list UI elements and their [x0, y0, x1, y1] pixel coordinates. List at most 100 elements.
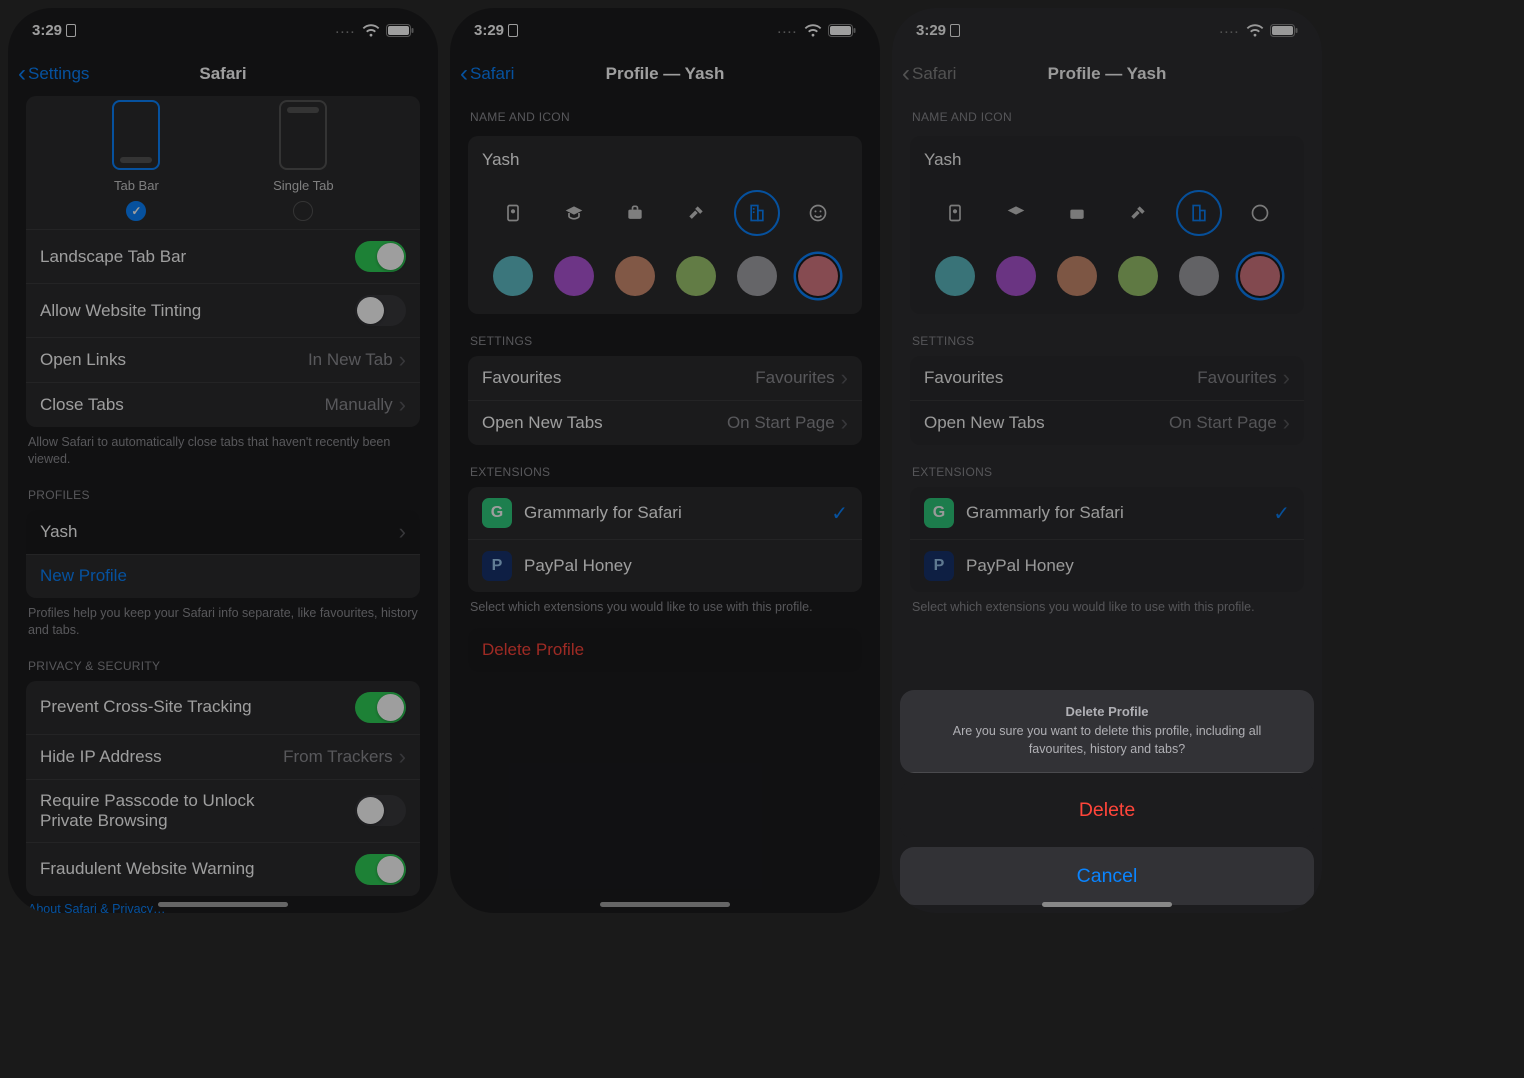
- color-swatch[interactable]: [615, 256, 655, 296]
- smile-icon[interactable]: [795, 190, 841, 236]
- grammarly-icon: G: [924, 498, 954, 528]
- profile-name-field[interactable]: Yash: [482, 150, 848, 180]
- sheet-message: Are you sure you want to delete this pro…: [924, 723, 1290, 758]
- checkmark-icon: ✓: [831, 501, 848, 526]
- badge-icon[interactable]: [490, 190, 536, 236]
- row-open-new-tabs: Open New TabsOn Start Page›: [910, 400, 1304, 445]
- screen-safari-settings: 3:29 .... ‹Settings Safari Tab Bar Singl…: [8, 8, 438, 913]
- row-favourites: FavouritesFavourites›: [910, 356, 1304, 400]
- screen-profile-detail: 3:29 .... ‹Safari Profile — Yash NAME AN…: [450, 8, 880, 913]
- chevron-right-icon: ›: [399, 746, 406, 768]
- settings-header: SETTINGS: [910, 326, 1304, 356]
- building-icon[interactable]: [734, 190, 780, 236]
- privacy-header: PRIVACY & SECURITY: [26, 651, 420, 681]
- settings-header: SETTINGS: [468, 326, 862, 356]
- tab-bar-preview-icon: [112, 100, 160, 170]
- status-time: 3:29: [474, 22, 504, 39]
- smile-icon: [1237, 190, 1283, 236]
- sheet-title: Delete Profile: [924, 704, 1290, 719]
- color-picker: [482, 246, 848, 300]
- color-swatch[interactable]: [737, 256, 777, 296]
- row-open-links[interactable]: Open LinksIn New Tab›: [26, 337, 420, 382]
- status-bar: 3:29 ....: [892, 8, 1322, 52]
- color-swatch: [935, 256, 975, 296]
- camera-indicator-icon: [508, 24, 518, 37]
- row-hide-ip[interactable]: Hide IP AddressFrom Trackers›: [26, 734, 420, 779]
- row-website-tinting[interactable]: Allow Website Tinting: [26, 283, 420, 337]
- status-bar: 3:29 ....: [450, 8, 880, 52]
- hammer-icon[interactable]: [673, 190, 719, 236]
- page-title: Safari: [8, 64, 438, 84]
- tab-style-tab-bar[interactable]: Tab Bar: [112, 100, 160, 221]
- chevron-right-icon: ›: [841, 367, 848, 389]
- graduation-icon[interactable]: [551, 190, 597, 236]
- row-close-tabs[interactable]: Close TabsManually›: [26, 382, 420, 427]
- grammarly-icon: G: [482, 498, 512, 528]
- profiles-footer: Profiles help you keep your Safari info …: [26, 598, 420, 639]
- cell-signal-icon: ....: [336, 24, 356, 36]
- toggle-on-icon[interactable]: [355, 854, 406, 885]
- chevron-right-icon: ›: [1283, 412, 1290, 434]
- single-tab-preview-icon: [279, 100, 327, 170]
- chevron-right-icon: ›: [399, 349, 406, 371]
- briefcase-icon[interactable]: [612, 190, 658, 236]
- color-picker: [924, 246, 1290, 300]
- camera-indicator-icon: [950, 24, 960, 37]
- status-time: 3:29: [32, 22, 62, 39]
- color-swatch[interactable]: [554, 256, 594, 296]
- briefcase-icon: [1054, 190, 1100, 236]
- row-cross-site[interactable]: Prevent Cross-Site Tracking: [26, 681, 420, 734]
- color-swatch[interactable]: [798, 256, 838, 296]
- screen-delete-confirm: 3:29 .... ‹Safari Profile — Yash NAME AN…: [892, 8, 1322, 913]
- chevron-right-icon: ›: [399, 521, 406, 543]
- name-icon-header: NAME AND ICON: [468, 102, 862, 132]
- toggle-on-icon[interactable]: [355, 692, 406, 723]
- row-fraud-warning[interactable]: Fraudulent Website Warning: [26, 842, 420, 896]
- chevron-right-icon: ›: [841, 412, 848, 434]
- checkmark-icon: ✓: [1273, 501, 1290, 526]
- extension-row-paypal-honey[interactable]: PPayPal Honey: [468, 539, 862, 592]
- extension-row-grammarly[interactable]: GGrammarly for Safari✓: [468, 487, 862, 539]
- toggle-off-icon[interactable]: [355, 295, 406, 326]
- graduation-icon: [993, 190, 1039, 236]
- nav-bar: ‹Settings Safari: [8, 52, 438, 96]
- paypal-icon: P: [482, 551, 512, 581]
- extensions-footer: Select which extensions you would like t…: [910, 592, 1304, 616]
- battery-icon: [386, 24, 414, 37]
- sheet-header: Delete Profile Are you sure you want to …: [900, 690, 1314, 773]
- toggle-on-icon[interactable]: [355, 241, 406, 272]
- row-passcode[interactable]: Require Passcode to Unlock Private Brows…: [26, 779, 420, 842]
- delete-profile-button[interactable]: Delete Profile: [468, 628, 862, 672]
- extension-row-paypal-honey: PPayPal Honey: [910, 539, 1304, 592]
- page-title: Profile — Yash: [892, 64, 1322, 84]
- sheet-delete-button[interactable]: Delete: [900, 781, 1314, 839]
- tab-style-single-tab[interactable]: Single Tab: [273, 100, 333, 221]
- color-swatch: [996, 256, 1036, 296]
- row-landscape-tab-bar[interactable]: Landscape Tab Bar: [26, 229, 420, 283]
- icon-picker: [924, 180, 1290, 246]
- badge-icon: [932, 190, 978, 236]
- nav-bar: ‹Safari Profile — Yash: [892, 52, 1322, 96]
- profiles-header: PROFILES: [26, 480, 420, 510]
- profile-name-field: Yash: [924, 150, 1290, 180]
- home-indicator[interactable]: [158, 902, 288, 907]
- home-indicator[interactable]: [1042, 902, 1172, 907]
- hammer-icon: [1115, 190, 1161, 236]
- sheet-cancel-button[interactable]: Cancel: [900, 847, 1314, 905]
- chevron-right-icon: ›: [1283, 367, 1290, 389]
- page-title: Profile — Yash: [450, 64, 880, 84]
- home-indicator[interactable]: [600, 902, 730, 907]
- battery-icon: [828, 24, 856, 37]
- extension-row-grammarly: GGrammarly for Safari✓: [910, 487, 1304, 539]
- extensions-footer: Select which extensions you would like t…: [468, 592, 862, 616]
- camera-indicator-icon: [66, 24, 76, 37]
- color-swatch[interactable]: [676, 256, 716, 296]
- color-swatch[interactable]: [493, 256, 533, 296]
- toggle-off-icon[interactable]: [355, 795, 406, 826]
- row-open-new-tabs[interactable]: Open New TabsOn Start Page›: [468, 400, 862, 445]
- row-favourites[interactable]: FavouritesFavourites›: [468, 356, 862, 400]
- new-profile-button[interactable]: New Profile: [26, 554, 420, 598]
- name-icon-card: Yash: [468, 136, 862, 314]
- profile-row-yash[interactable]: Yash›: [26, 510, 420, 554]
- color-swatch: [1118, 256, 1158, 296]
